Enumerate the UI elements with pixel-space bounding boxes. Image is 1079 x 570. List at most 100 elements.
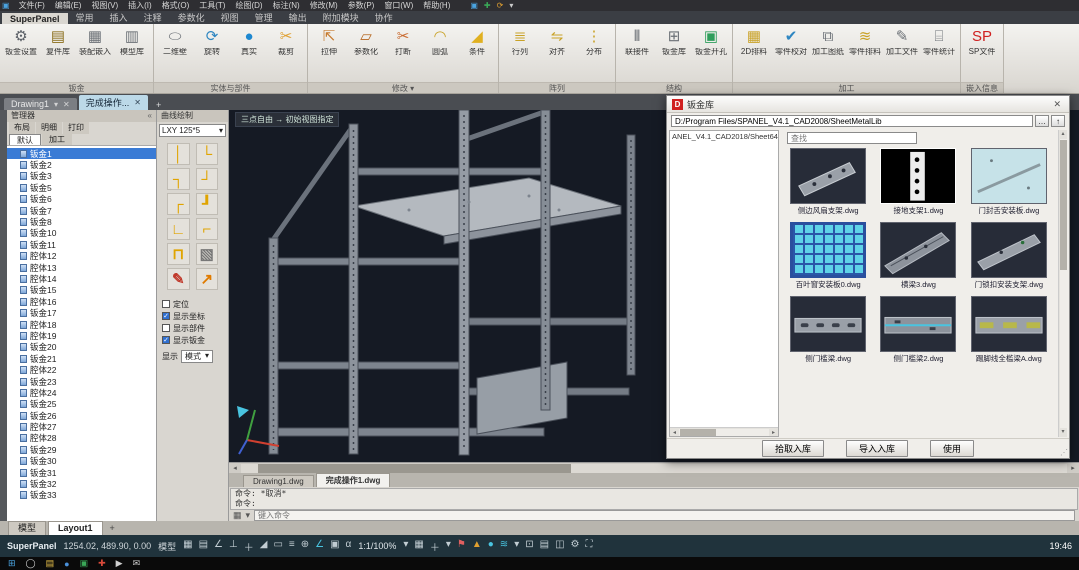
status-icon[interactable]: ＋ <box>430 539 440 554</box>
ribbon-button[interactable]: ● 真实 <box>231 26 267 72</box>
document-tab-drawing1[interactable]: Drawing1 ▾ ✕ <box>4 98 77 110</box>
bend-shape-button[interactable]: └ <box>195 143 218 165</box>
menu-item[interactable]: 帮助(H) <box>418 0 455 11</box>
document-tab-finished[interactable]: 完成操作... ✕ <box>78 95 148 110</box>
tree-item[interactable]: 腔体14 <box>7 273 156 284</box>
ribbon-button[interactable]: ⌸ 零件统计 <box>921 26 957 72</box>
status-icon[interactable]: ▤ <box>540 539 549 554</box>
ribbon-button[interactable]: ⚙ 钣金设置 <box>3 26 39 72</box>
scroll-left-icon[interactable]: ◂ <box>670 429 679 436</box>
tree-item[interactable]: 腔体27 <box>7 421 156 432</box>
ribbon-button[interactable]: ⊞ 钣金库 <box>656 26 692 72</box>
tree-filter-tab[interactable]: 加工 <box>42 134 72 145</box>
library-search-input[interactable] <box>787 132 917 144</box>
app-icon[interactable]: ▣ <box>2 1 10 10</box>
scroll-right-icon[interactable]: ▸ <box>1067 464 1079 472</box>
bend-shape-button[interactable]: ┚ <box>195 193 218 215</box>
ribbon-tab[interactable]: 常用 <box>68 10 102 24</box>
part-item[interactable]: 侧门槛梁.dwg <box>787 296 869 364</box>
status-icon[interactable]: ≡ <box>289 539 295 554</box>
status-icon[interactable]: ▾ <box>514 539 519 554</box>
command-input[interactable] <box>254 510 1075 521</box>
taskbar-icon[interactable]: ● <box>64 559 69 569</box>
status-icon[interactable]: ◢ <box>260 539 268 554</box>
horizontal-scrollbar[interactable]: ◂ ▸ <box>229 462 1079 473</box>
taskbar-icon[interactable]: ▣ <box>80 558 89 569</box>
taskbar-icon[interactable]: ✉ <box>133 558 141 569</box>
tree-item[interactable]: 钣金11 <box>7 239 156 250</box>
tree-item[interactable]: 钣金6 <box>7 194 156 205</box>
display-mode-select[interactable]: 模式 ▾ <box>181 349 214 363</box>
import-into-library-button[interactable]: 导入入库 <box>845 440 908 457</box>
library-folder-list[interactable]: ANEL_V4.1_CAD2018/Sheet64 ◂ ▸ <box>669 130 779 437</box>
ribbon-button[interactable]: ▣ 钣金开孔 <box>693 26 729 72</box>
tree-item[interactable]: 腔体22 <box>7 364 156 375</box>
status-icon[interactable]: ∠ <box>214 539 223 554</box>
quick-toolbar-icon[interactable]: ✚ <box>484 1 491 10</box>
profile-preset-select[interactable]: LXY 125*5 ▾ <box>159 124 226 137</box>
ribbon-button[interactable]: ⋮ 分布 <box>576 26 612 72</box>
bend-shape-button[interactable]: │ <box>167 143 190 165</box>
status-icon[interactable]: ＋ <box>244 539 254 554</box>
ribbon-button[interactable]: ▥ 模型库 <box>114 26 150 72</box>
ribbon-button[interactable]: ⟳ 旋转 <box>194 26 230 72</box>
status-icon[interactable]: ▭ <box>273 539 282 554</box>
status-icon[interactable]: ▲ <box>472 539 482 554</box>
scroll-right-icon[interactable]: ▸ <box>769 429 778 436</box>
status-icon[interactable]: ⊡ <box>525 539 533 554</box>
taskbar-icon[interactable]: ⊞ <box>8 558 16 569</box>
checkbox[interactable] <box>162 312 170 320</box>
library-path-input[interactable] <box>671 115 1033 127</box>
status-icon[interactable]: ▾ <box>403 539 408 554</box>
tree-item[interactable]: 钣金1 <box>7 148 156 160</box>
command-grid-icon[interactable]: ▦ <box>233 510 242 521</box>
tree-item[interactable]: 腔体24 <box>7 387 156 398</box>
ribbon-tab[interactable]: 附加模块 <box>315 10 367 24</box>
part-item[interactable]: 侧门槛梁2.dwg <box>877 296 959 364</box>
status-icon[interactable]: ▣ <box>330 539 339 554</box>
tree-filter-tab[interactable]: 默认 <box>9 134 41 145</box>
part-thumbnail[interactable] <box>880 296 957 352</box>
up-folder-icon[interactable]: ↑ <box>1051 115 1065 127</box>
tree-item[interactable]: 腔体13 <box>7 262 156 273</box>
ribbon-button[interactable]: ✂ 裁剪 <box>268 26 304 72</box>
tree-tab[interactable]: 明细 <box>36 122 62 134</box>
file-tab-drawing1[interactable]: Drawing1.dwg <box>243 475 314 487</box>
bend-shape-button[interactable]: ┘ <box>195 168 218 190</box>
bend-shape-button[interactable]: ✎ <box>167 268 190 290</box>
scrollbar-thumb[interactable] <box>680 428 716 436</box>
part-item[interactable]: 门锁扣安装支架.dwg <box>968 222 1050 290</box>
ribbon-tab[interactable]: 协作 <box>367 10 401 24</box>
use-part-button[interactable]: 使用 <box>930 440 975 457</box>
dialog-title-bar[interactable]: D 钣金库 ✕ <box>667 96 1069 113</box>
part-item[interactable]: 侧边风扇支架.dwg <box>787 148 869 216</box>
part-thumbnail[interactable] <box>970 296 1047 352</box>
tree-item[interactable]: 钣金20 <box>7 342 156 353</box>
pick-into-library-button[interactable]: 拾取入库 <box>761 440 824 457</box>
tree-item[interactable]: 钣金7 <box>7 205 156 216</box>
ribbon-button[interactable]: ▱ 参数化 <box>348 26 384 72</box>
ribbon-tab[interactable]: 视图 <box>213 10 247 24</box>
tree-item[interactable]: 钣金32 <box>7 478 156 489</box>
ribbon-button[interactable]: ▦ 装配嵌入 <box>77 26 113 72</box>
bend-shape-button[interactable]: ┐ <box>167 168 190 190</box>
browse-folder-icon[interactable]: … <box>1035 115 1049 127</box>
model-tab[interactable]: 模型 <box>8 521 47 535</box>
ribbon-button[interactable]: ≋ 零件排料 <box>847 26 883 72</box>
part-thumbnail[interactable] <box>970 148 1047 204</box>
tree-item[interactable]: 钣金10 <box>7 228 156 239</box>
status-icon[interactable]: ⚙ <box>571 539 580 554</box>
tree-item[interactable]: 腔体16 <box>7 296 156 307</box>
part-item[interactable]: 踢脚线全槛梁A.dwg <box>968 296 1050 364</box>
zoom-level[interactable]: 1:1/100% <box>358 541 396 551</box>
tree-item[interactable]: 钣金21 <box>7 353 156 364</box>
ribbon-button[interactable]: ≣ 行列 <box>502 26 538 72</box>
tree-item[interactable]: 腔体12 <box>7 251 156 262</box>
scrollbar-thumb[interactable] <box>1059 140 1067 271</box>
part-item[interactable]: 门封舌安装板.dwg <box>968 148 1050 216</box>
ribbon-tab[interactable]: 插入 <box>102 10 136 24</box>
ribbon-button[interactable]: ⧉ 加工图纸 <box>810 26 846 72</box>
status-icon[interactable]: ▦ <box>414 539 423 554</box>
resize-grip[interactable]: ⋰ <box>1060 448 1068 457</box>
ribbon-tab[interactable]: 参数化 <box>170 10 213 24</box>
